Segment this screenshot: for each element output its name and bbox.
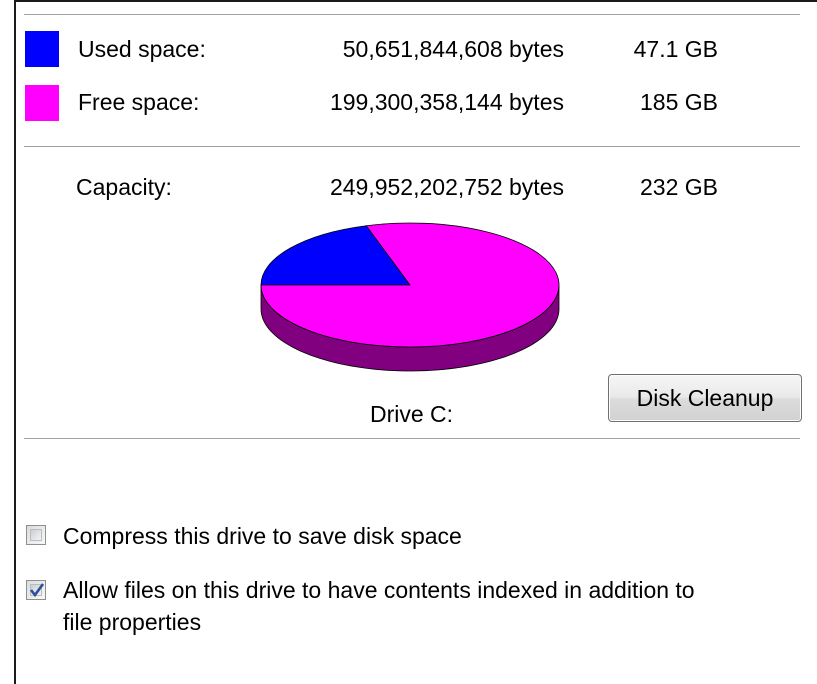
checkbox-inner <box>30 529 42 541</box>
drive-label: Drive C: <box>370 401 454 427</box>
checkmark-icon <box>29 583 45 598</box>
used-space-label: Used space: <box>78 36 206 62</box>
disk-usage-pie-chart <box>260 222 560 372</box>
used-space-color-swatch <box>25 31 59 67</box>
free-space-label: Free space: <box>78 89 200 115</box>
top-separator <box>24 14 800 16</box>
capacity-bytes: 249,952,202,752 bytes <box>329 174 564 200</box>
capacity-separator <box>24 146 800 148</box>
disk-cleanup-button[interactable]: Disk Cleanup <box>608 374 802 422</box>
used-space-size: 47.1 GB <box>633 36 718 62</box>
used-space-bytes: 50,651,844,608 bytes <box>342 36 564 62</box>
index-contents-label-line2[interactable]: file properties <box>63 608 201 636</box>
free-space-size: 185 GB <box>640 89 718 115</box>
index-contents-label-line1[interactable]: Allow files on this drive to have conten… <box>63 576 695 604</box>
free-space-color-swatch <box>25 85 59 121</box>
compress-drive-checkbox[interactable] <box>26 525 46 545</box>
index-contents-checkbox[interactable] <box>26 580 46 600</box>
options-separator <box>24 438 800 440</box>
compress-drive-label[interactable]: Compress this drive to save disk space <box>63 522 462 550</box>
capacity-size: 232 GB <box>640 174 718 200</box>
capacity-label: Capacity: <box>76 174 172 200</box>
free-space-bytes: 199,300,358,144 bytes <box>329 89 564 115</box>
